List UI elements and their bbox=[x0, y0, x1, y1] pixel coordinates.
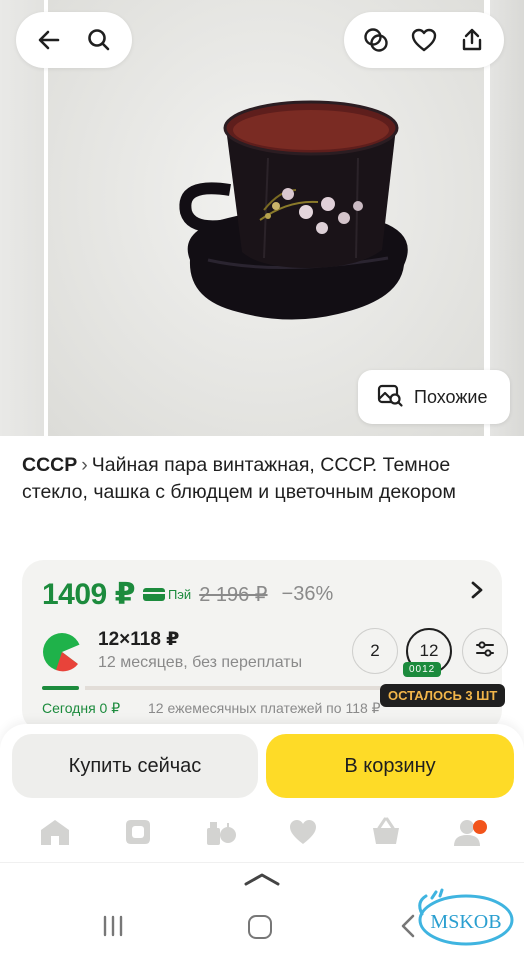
tab-catalog[interactable] bbox=[116, 814, 160, 854]
split-logo-icon bbox=[42, 632, 83, 672]
current-price: 1409 ₽ bbox=[42, 577, 135, 611]
cart-icon bbox=[369, 816, 403, 853]
chevron-up-icon[interactable] bbox=[242, 871, 282, 892]
breadcrumb-separator: › bbox=[81, 454, 88, 476]
catalog-icon bbox=[122, 816, 154, 853]
watermark-text: MSKOB bbox=[430, 911, 501, 933]
home-button[interactable] bbox=[248, 915, 272, 939]
notification-dot bbox=[472, 820, 487, 834]
tab-home[interactable] bbox=[33, 814, 77, 854]
image-search-icon bbox=[376, 381, 404, 414]
recent-apps-icon[interactable] bbox=[100, 913, 126, 944]
similar-label: Похожие bbox=[414, 386, 488, 407]
products-icon bbox=[204, 816, 238, 853]
old-price: 2 196 ₽ bbox=[199, 583, 268, 606]
share-icon[interactable] bbox=[455, 23, 489, 57]
brand-link[interactable]: СССР bbox=[22, 454, 77, 476]
tab-cart[interactable] bbox=[364, 814, 408, 854]
installment-amount: 12×118 ₽ bbox=[98, 629, 180, 650]
stock-badge: ОСТАЛОСЬ 3 ШТ bbox=[380, 684, 506, 707]
buy-now-button[interactable]: Купить сейчас bbox=[12, 734, 258, 798]
chevron-right-icon[interactable] bbox=[470, 580, 484, 606]
pay-label: Пэй bbox=[167, 586, 192, 602]
watermark-logo: MSKOB bbox=[418, 888, 514, 946]
bottom-tab-bar bbox=[0, 808, 524, 860]
search-icon[interactable] bbox=[82, 23, 116, 57]
purchase-panel: Купить сейчас В корзину bbox=[0, 724, 524, 808]
heart-icon[interactable] bbox=[407, 23, 441, 57]
header-left-group bbox=[16, 12, 132, 68]
favorites-icon bbox=[287, 817, 319, 852]
tab-profile[interactable] bbox=[447, 814, 491, 854]
installment-code-badge: 0012 bbox=[403, 662, 442, 677]
today-payment: Сегодня 0 ₽ bbox=[42, 700, 121, 716]
discount-badge: −36% bbox=[281, 582, 334, 605]
monthly-payments: 12 ежемесячных платежей по 118 ₽ bbox=[148, 700, 381, 716]
teacup-image bbox=[179, 100, 408, 320]
filter-icon bbox=[474, 638, 496, 665]
installment-option-2[interactable]: 2 bbox=[352, 628, 398, 674]
installment-row: 12×118 ₽ 12 месяцев, без переплаты 2 12 … bbox=[42, 626, 508, 682]
product-gallery[interactable]: Похожие bbox=[0, 0, 524, 436]
header-right-group bbox=[344, 12, 504, 68]
compare-icon[interactable] bbox=[359, 23, 393, 57]
tab-products[interactable] bbox=[199, 814, 243, 854]
installment-settings-button[interactable] bbox=[462, 628, 508, 674]
card-icon bbox=[142, 587, 165, 601]
home-icon bbox=[38, 817, 72, 852]
tab-favorites[interactable] bbox=[281, 814, 325, 854]
arrow-left-icon[interactable] bbox=[32, 23, 66, 57]
yandex-pay-badge: Пэй bbox=[142, 586, 192, 602]
add-to-cart-button[interactable]: В корзину bbox=[266, 734, 514, 798]
payment-schedule-gap bbox=[79, 684, 85, 692]
installment-subtitle: 12 месяцев, без переплаты bbox=[98, 654, 303, 671]
similar-button[interactable]: Похожие bbox=[358, 370, 510, 424]
payment-schedule-fill bbox=[42, 686, 79, 690]
product-title: СССР › Чайная пара винтажная, СССР. Темное… bbox=[22, 452, 502, 506]
price-row: 1409 ₽ Пэй 2 196 ₽ −36% bbox=[42, 574, 333, 614]
